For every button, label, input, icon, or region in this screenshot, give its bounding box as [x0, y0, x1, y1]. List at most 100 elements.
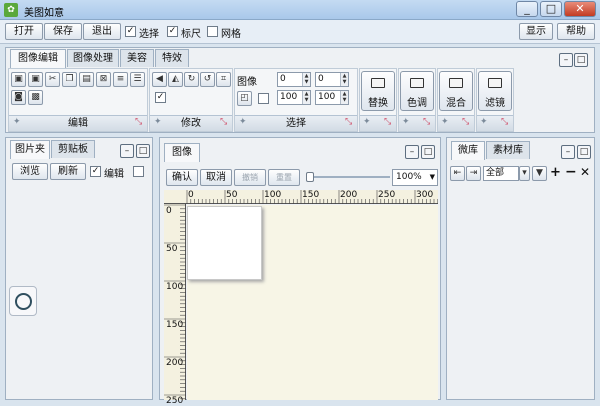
spin-arrows-icon[interactable]: ▲ ▼: [302, 91, 310, 104]
blend-expand-icon[interactable]: ⤡: [462, 117, 469, 127]
properties-icon[interactable]: ☰: [130, 72, 145, 87]
tab-pictures[interactable]: 图片夹: [10, 140, 50, 159]
save-button[interactable]: 保存: [44, 23, 82, 40]
open-button[interactable]: 打开: [5, 23, 43, 40]
picture-icon[interactable]: ▩: [28, 90, 43, 105]
width-spinner[interactable]: 100 ▲ ▼: [277, 90, 311, 105]
refresh-button[interactable]: 刷新: [50, 163, 86, 180]
export-icon[interactable]: ⇥: [466, 166, 481, 181]
mirror-icon[interactable]: ◭: [168, 72, 183, 87]
y-spinner[interactable]: 0 ▲ ▼: [315, 72, 349, 87]
vruler-label: 100: [166, 282, 184, 292]
rotate-right-icon[interactable]: ↻: [184, 72, 199, 87]
filter-button[interactable]: 滤镜: [478, 71, 512, 111]
extra-checkbox[interactable]: [133, 166, 144, 177]
tone-expand-icon[interactable]: ⤡: [423, 117, 430, 127]
add-icon[interactable]: +: [550, 165, 561, 180]
tab-clipboard[interactable]: 剪贴板: [51, 140, 95, 158]
maximize-button[interactable]: □: [540, 1, 562, 17]
width-value: 100: [280, 92, 298, 102]
right-restore-icon[interactable]: □: [577, 145, 591, 159]
crop-icon[interactable]: ⌗: [216, 72, 231, 87]
select-checkbox[interactable]: ✓: [125, 26, 136, 37]
tab-effects[interactable]: 特效: [155, 49, 189, 67]
vertical-ruler: 0 50 100 150 200 250: [164, 204, 186, 406]
left-restore-icon[interactable]: □: [136, 144, 150, 158]
paste-icon[interactable]: ▤: [79, 72, 94, 87]
close-button[interactable]: ✕: [564, 1, 596, 17]
tab-micro-library[interactable]: 微库: [451, 141, 485, 160]
tone-button[interactable]: 色调: [400, 71, 434, 111]
delete-icon[interactable]: ⊠: [96, 72, 111, 87]
center-minimize-icon[interactable]: –: [405, 145, 419, 159]
open-image-icon[interactable]: ▣: [11, 72, 26, 87]
zoom-slider-thumb[interactable]: [306, 172, 314, 182]
tab-beauty[interactable]: 美容: [120, 49, 154, 67]
x-spinner[interactable]: 0 ▲ ▼: [277, 72, 311, 87]
spin-arrows-icon[interactable]: ▲ ▼: [340, 91, 348, 104]
filter-expand-icon[interactable]: ⤡: [501, 117, 508, 127]
select-region-icon[interactable]: ◰: [237, 91, 252, 106]
zoom-slider-track[interactable]: [310, 176, 390, 178]
modify-expand-icon[interactable]: ⤡: [220, 117, 227, 127]
help-button[interactable]: 帮助: [557, 23, 595, 40]
blend-icon: [449, 78, 463, 88]
tab-image-process[interactable]: 图像处理: [67, 49, 119, 67]
camera-icon[interactable]: ◙: [11, 90, 26, 105]
show-button[interactable]: 显示: [519, 23, 553, 40]
filter-tool-icon: ✦: [480, 117, 488, 127]
ruler-checkbox[interactable]: ✓: [167, 26, 178, 37]
tab-image[interactable]: 图像: [164, 143, 200, 162]
tab-image-edit[interactable]: 图像编辑: [10, 49, 66, 68]
layers-icon[interactable]: ≡: [113, 72, 128, 87]
minimize-button[interactable]: _: [516, 1, 538, 17]
image-label: 图像: [237, 77, 257, 88]
select-group: 图像 0 ▲ ▼ 0 ▲ ▼ ◰ 100 ▲ ▼ 100 ▲ ▼ 选择 ✦ ⤡: [234, 68, 358, 132]
grid-checkbox[interactable]: [207, 26, 218, 37]
select-checkbox-2[interactable]: [258, 93, 269, 104]
undo-button[interactable]: 撤销: [234, 169, 266, 186]
confirm-button[interactable]: 确认: [166, 169, 198, 186]
cancel-button[interactable]: 取消: [200, 169, 232, 186]
category-dropdown-icon[interactable]: ▾: [519, 166, 530, 181]
remove-icon[interactable]: −: [565, 164, 577, 180]
reset-button[interactable]: 重置: [268, 169, 300, 186]
vruler-ticks: [164, 204, 186, 400]
edit-group: ▣ ▣ ✂ ❐ ▤ ⊠ ≡ ☰ ◙ ▩ 编辑 ✦ ⤡: [8, 68, 148, 132]
y-value: 0: [318, 74, 324, 84]
select-expand-icon[interactable]: ⤡: [345, 117, 352, 127]
category-select[interactable]: 全部: [483, 166, 519, 181]
canvas-area[interactable]: [187, 205, 438, 400]
replace-expand-icon[interactable]: ⤡: [384, 117, 391, 127]
replace-group: 替换 ✦ ⤡: [359, 68, 397, 132]
expand-corner-icon[interactable]: ⤡: [135, 117, 142, 127]
rotate-left-icon[interactable]: ↺: [200, 72, 215, 87]
blend-button[interactable]: 混合: [439, 71, 473, 111]
left-minimize-icon[interactable]: –: [120, 144, 134, 158]
blend-tool-icon: ✦: [441, 117, 449, 127]
browse-button[interactable]: 浏览: [12, 163, 48, 180]
category-value: 全部: [486, 168, 505, 178]
exit-button[interactable]: 退出: [83, 23, 121, 40]
close-icon[interactable]: ✕: [580, 165, 590, 179]
spin-arrows-icon[interactable]: ▲ ▼: [302, 73, 310, 86]
edit-checkbox[interactable]: ✓: [90, 166, 101, 177]
image-canvas[interactable]: [187, 206, 262, 280]
zoom-select[interactable]: 100% ▼: [392, 169, 438, 186]
tab-material-library[interactable]: 素材库: [486, 141, 530, 159]
right-minimize-icon[interactable]: –: [561, 145, 575, 159]
flip-left-icon[interactable]: ◀: [152, 72, 167, 87]
height-spinner[interactable]: 100 ▲ ▼: [315, 90, 349, 105]
copy-icon[interactable]: ❐: [62, 72, 77, 87]
replace-button[interactable]: 替换: [361, 71, 395, 111]
spin-arrows-icon[interactable]: ▲ ▼: [340, 73, 348, 86]
cut-icon[interactable]: ✂: [45, 72, 60, 87]
import-icon[interactable]: ⇤: [450, 166, 465, 181]
image-copy-icon[interactable]: ▣: [28, 72, 43, 87]
ribbon-restore-icon[interactable]: □: [574, 53, 588, 67]
center-restore-icon[interactable]: □: [421, 145, 435, 159]
floating-action-button[interactable]: [9, 286, 37, 316]
ribbon-minimize-icon[interactable]: –: [559, 53, 573, 67]
filter-down-icon[interactable]: ▼: [532, 166, 547, 181]
modify-checkbox[interactable]: ✓: [155, 92, 166, 103]
